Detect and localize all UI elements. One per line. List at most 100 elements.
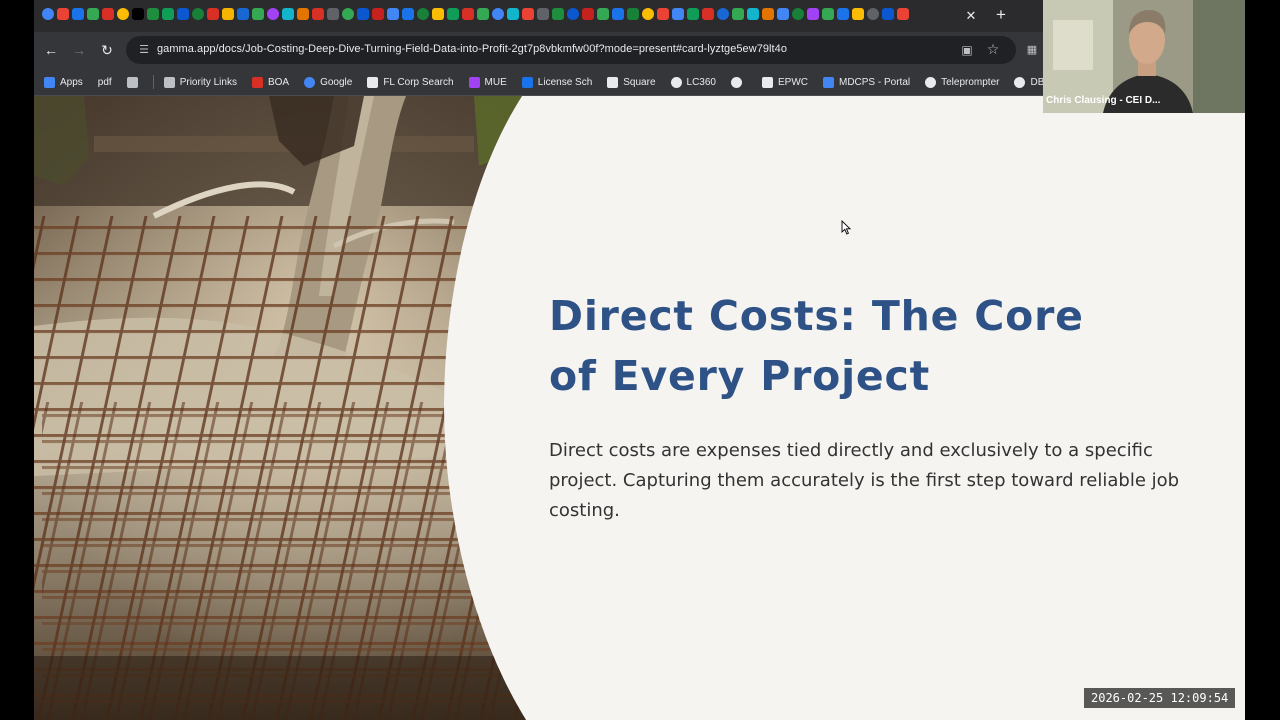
install-app-icon[interactable]: ▣ (958, 41, 976, 59)
bookmark-fl-corp-search-icon (367, 76, 379, 88)
pinned-tab-favicon-icon[interactable] (597, 8, 609, 20)
site-info-icon[interactable]: ☰ (136, 42, 152, 58)
bookmark-pdf[interactable]: pdf (98, 73, 112, 91)
reload-button[interactable]: ↻ (98, 41, 116, 59)
pinned-tab-favicon-icon[interactable] (297, 8, 309, 20)
back-button[interactable]: ← (42, 41, 60, 59)
pinned-tab-favicon-icon[interactable] (252, 8, 264, 20)
bookmark-label: Square (623, 76, 656, 88)
pinned-tab-favicon-icon[interactable] (417, 8, 429, 20)
pinned-tab-favicon-icon[interactable] (327, 8, 339, 20)
pinned-tab-favicon-icon[interactable] (882, 8, 894, 20)
pinned-tab-favicon-icon[interactable] (867, 8, 879, 20)
bookmark-priority-links[interactable]: Priority Links (163, 73, 237, 91)
pinned-tab-favicon-icon[interactable] (282, 8, 294, 20)
bookmark-star-icon[interactable]: ☆ (984, 40, 1002, 58)
bookmark-boa[interactable]: BOA (251, 73, 289, 91)
pinned-tabs (42, 8, 909, 20)
bookmark-epwc[interactable]: EPWC (761, 73, 808, 91)
pinned-tab-favicon-icon[interactable] (177, 8, 189, 20)
pinned-tab-favicon-icon[interactable] (117, 8, 129, 20)
bookmark-dbpr-forms-icon (1014, 76, 1026, 88)
pinned-tab-favicon-icon[interactable] (672, 8, 684, 20)
pinned-tab-favicon-icon[interactable] (192, 8, 204, 20)
pinned-tab-favicon-icon[interactable] (357, 8, 369, 20)
pinned-tab-favicon-icon[interactable] (132, 8, 144, 20)
pinned-tab-favicon-icon[interactable] (792, 8, 804, 20)
pinned-tab-favicon-icon[interactable] (147, 8, 159, 20)
pinned-tab-favicon-icon[interactable] (687, 8, 699, 20)
pinned-tab-favicon-icon[interactable] (432, 8, 444, 20)
pinned-tab-favicon-icon[interactable] (522, 8, 534, 20)
bookmark-boa-icon (251, 76, 263, 88)
pinned-tab-favicon-icon[interactable] (447, 8, 459, 20)
bookmark-google-icon (304, 76, 316, 88)
pinned-tab-favicon-icon[interactable] (267, 8, 279, 20)
pinned-tab-favicon-icon[interactable] (732, 8, 744, 20)
pinned-tab-favicon-icon[interactable] (837, 8, 849, 20)
pinned-tab-favicon-icon[interactable] (642, 8, 654, 20)
bookmark-globe[interactable] (730, 73, 747, 91)
pinned-tab-favicon-icon[interactable] (72, 8, 84, 20)
pinned-tab-favicon-icon[interactable] (702, 8, 714, 20)
bookmark-google[interactable]: Google (304, 73, 352, 91)
bookmark-label: License Sch (537, 76, 593, 88)
pinned-tab-favicon-icon[interactable] (402, 8, 414, 20)
pinned-tab-favicon-icon[interactable] (717, 8, 729, 20)
pinned-tab-favicon-icon[interactable] (342, 8, 354, 20)
url-text[interactable]: gamma.app/docs/Job-Costing-Deep-Dive-Tur… (157, 43, 787, 55)
pinned-tab-favicon-icon[interactable] (222, 8, 234, 20)
bookmark-grid[interactable] (126, 73, 143, 91)
pinned-tab-favicon-icon[interactable] (582, 8, 594, 20)
pinned-tab-favicon-icon[interactable] (807, 8, 819, 20)
pinned-tab-favicon-icon[interactable] (537, 8, 549, 20)
extension-icon[interactable]: ▦ (1024, 42, 1040, 58)
address-bar[interactable]: ☰ gamma.app/docs/Job-Costing-Deep-Dive-T… (126, 36, 1016, 64)
bookmark-label: Priority Links (179, 76, 237, 88)
webcam-participant-name: Chris Clausing - CEI D... (1046, 95, 1161, 106)
pinned-tab-favicon-icon[interactable] (852, 8, 864, 20)
bookmark-label: pdf (97, 76, 112, 88)
pinned-tab-favicon-icon[interactable] (162, 8, 174, 20)
bookmark-mue[interactable]: MUE (468, 73, 507, 91)
bookmark-teleprompter[interactable]: Teleprompter (925, 73, 999, 91)
pinned-tab-favicon-icon[interactable] (897, 8, 909, 20)
pinned-tab-favicon-icon[interactable] (207, 8, 219, 20)
pinned-tab-favicon-icon[interactable] (492, 8, 504, 20)
bookmark-priority-links-icon (163, 76, 175, 88)
pinned-tab-favicon-icon[interactable] (627, 8, 639, 20)
pinned-tab-favicon-icon[interactable] (657, 8, 669, 20)
bookmark-fl-corp-search[interactable]: FL Corp Search (367, 73, 454, 91)
bookmark-square[interactable]: Square (607, 73, 656, 91)
pinned-tab-favicon-icon[interactable] (312, 8, 324, 20)
bookmark-label: FL Corp Search (383, 76, 454, 88)
bookmark-mdcps-portal[interactable]: MDCPS - Portal (822, 73, 910, 91)
forward-button[interactable]: → (70, 41, 88, 59)
bookmark-license-sch[interactable]: License Sch (521, 73, 593, 91)
pinned-tab-favicon-icon[interactable] (762, 8, 774, 20)
bookmark-list: Apps pdf Priority Links BOA Google FL Corp Se… (44, 73, 1089, 91)
pinned-tab-favicon-icon[interactable] (777, 8, 789, 20)
pinned-tab-favicon-icon[interactable] (567, 8, 579, 20)
pinned-tab-favicon-icon[interactable] (612, 8, 624, 20)
pinned-tab-favicon-icon[interactable] (822, 8, 834, 20)
pinned-tab-favicon-icon[interactable] (237, 8, 249, 20)
close-tab-icon[interactable]: ✕ (962, 7, 980, 25)
bookmark-grid-icon (126, 76, 138, 88)
new-tab-button[interactable]: + (991, 5, 1011, 25)
bookmark-label: Teleprompter (941, 76, 1000, 88)
bookmark-label: Apps (60, 76, 83, 88)
pinned-tab-favicon-icon[interactable] (387, 8, 399, 20)
pinned-tab-favicon-icon[interactable] (507, 8, 519, 20)
pinned-tab-favicon-icon[interactable] (477, 8, 489, 20)
pinned-tab-favicon-icon[interactable] (747, 8, 759, 20)
pinned-tab-favicon-icon[interactable] (372, 8, 384, 20)
bookmark-lc360[interactable]: LC360 (670, 73, 716, 91)
pinned-tab-favicon-icon[interactable] (102, 8, 114, 20)
pinned-tab-favicon-icon[interactable] (462, 8, 474, 20)
pinned-tab-favicon-icon[interactable] (42, 8, 54, 20)
bookmark-apps[interactable]: Apps (44, 73, 83, 91)
pinned-tab-favicon-icon[interactable] (57, 8, 69, 20)
pinned-tab-favicon-icon[interactable] (552, 8, 564, 20)
pinned-tab-favicon-icon[interactable] (87, 8, 99, 20)
